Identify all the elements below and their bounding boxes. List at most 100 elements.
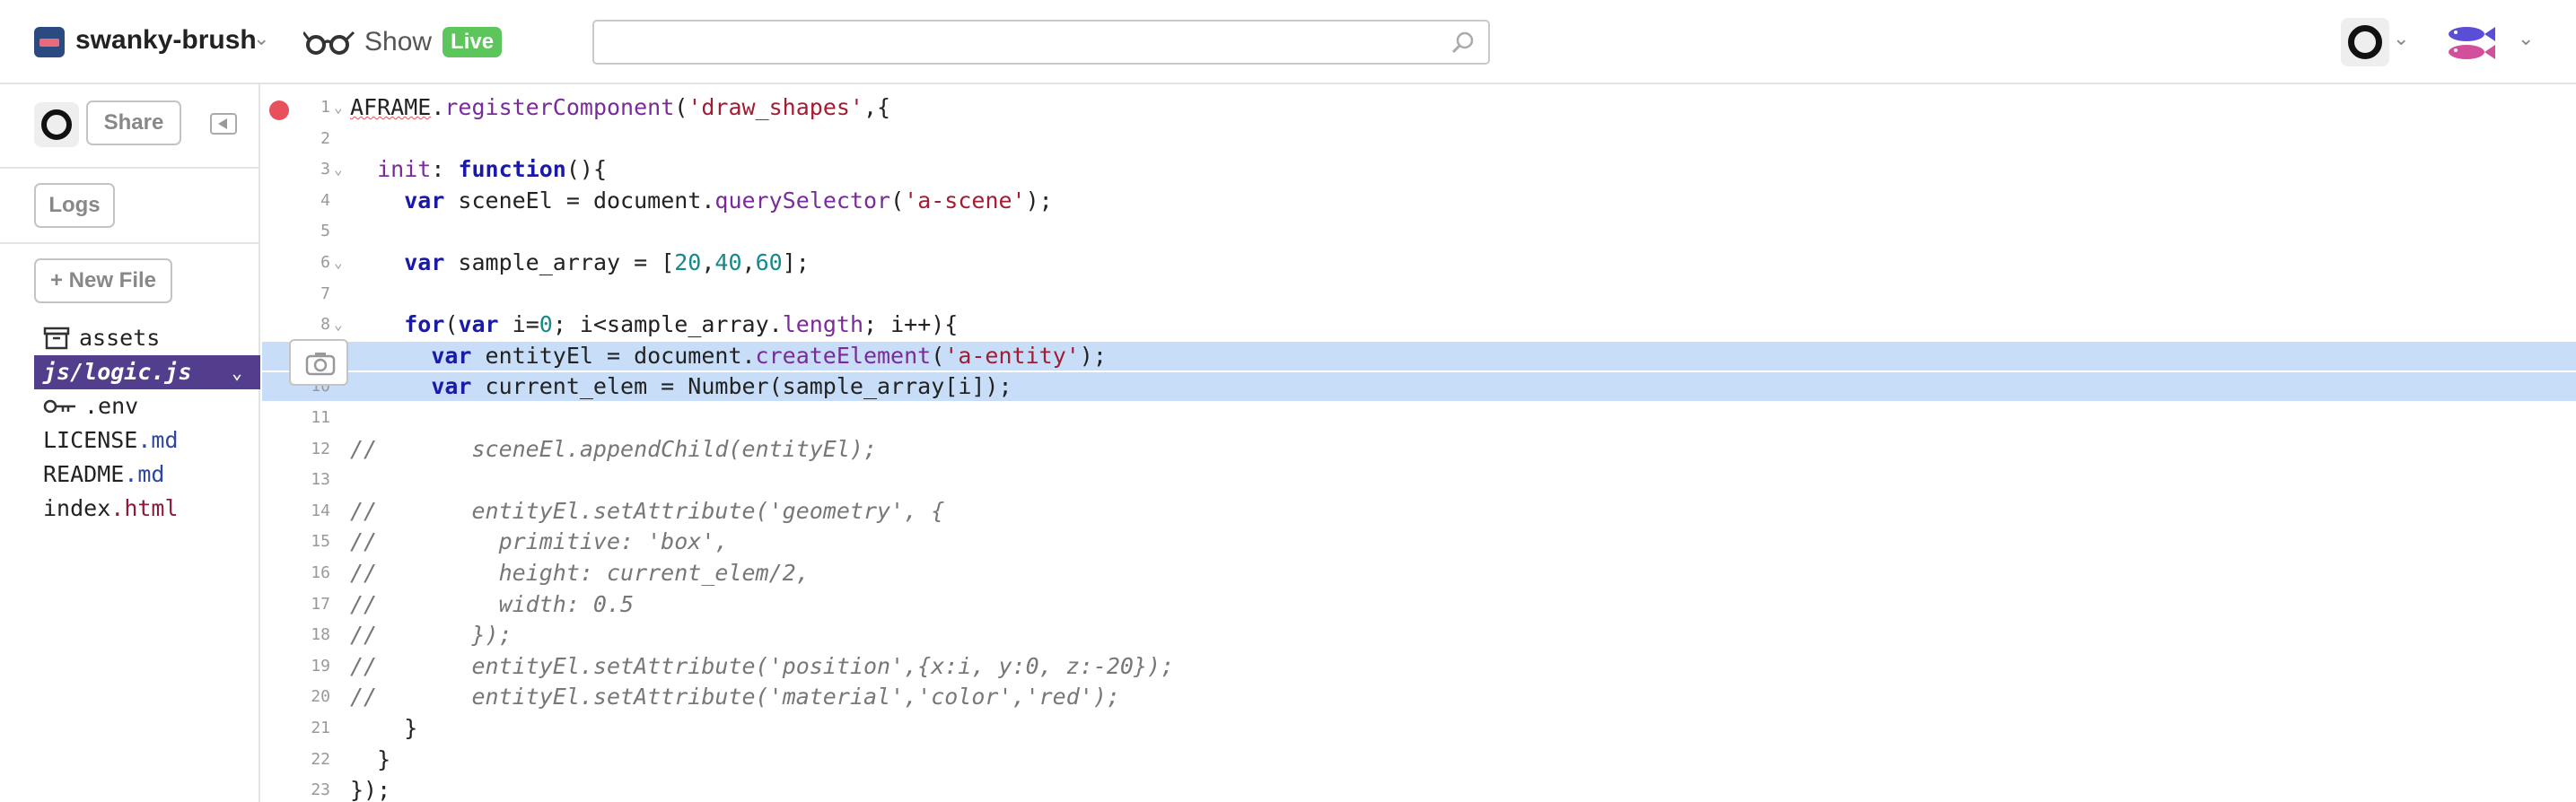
code-line[interactable]: 12 // sceneEl.appendChild(entityEl); — [262, 435, 2576, 464]
code-text: }); — [350, 777, 391, 802]
live-badge: Live — [442, 27, 503, 57]
line-number: 18 — [311, 625, 330, 645]
camera-icon — [305, 353, 336, 376]
file-name: js/logic.js — [43, 359, 192, 385]
sidebar-divider — [0, 167, 260, 169]
new-file-button[interactable]: + New File — [34, 258, 172, 303]
fold-chevron-icon[interactable]: ⌄ — [334, 99, 343, 116]
file-name: README — [43, 461, 125, 487]
file-name: .env — [84, 393, 139, 419]
code-text: } — [350, 715, 418, 741]
code-line[interactable]: 9 var entityEl = document.createElement(… — [262, 341, 2576, 370]
line-number: 23 — [311, 780, 330, 800]
file-item-license[interactable]: LICENSE .md — [34, 423, 260, 458]
line-number: 14 — [311, 501, 330, 520]
line-number: 20 — [311, 687, 330, 707]
code-line[interactable]: 19 // entityEl.setAttribute('position',{x… — [262, 652, 2576, 681]
code-line[interactable]: 22 } — [262, 745, 2576, 774]
code-line[interactable]: 16 // height: current_elem/2, — [262, 559, 2576, 588]
project-chevron-down-icon[interactable]: ⌄ — [253, 27, 269, 50]
code-text: var sceneEl = document.querySelector('a-… — [404, 187, 1053, 214]
code-line[interactable]: 13 — [262, 466, 2576, 494]
project-logo-icon[interactable] — [34, 27, 65, 57]
code-editor[interactable]: 1 ⌄ AFRAME.registerComponent('draw_shapes'… — [262, 84, 2576, 802]
code-line[interactable]: 20 // entityEl.setAttribute('material','c… — [262, 683, 2576, 711]
line-number: 11 — [311, 408, 330, 427]
code-text: // width: 0.5 — [350, 590, 635, 617]
code-line[interactable]: 8 ⌄ for(var i=0; i<sample_array.length; i… — [262, 310, 2576, 339]
search-icon[interactable] — [1450, 31, 1476, 56]
collapse-sidebar-icon[interactable] — [210, 113, 237, 135]
code-line[interactable]: 17 // width: 0.5 — [262, 590, 2576, 619]
line-number: 5 — [320, 222, 330, 241]
fold-chevron-icon[interactable]: ⌄ — [334, 254, 343, 271]
team-avatar-fish-icon[interactable] — [2441, 18, 2499, 68]
glasses-icon — [303, 31, 355, 55]
line-number: 2 — [320, 128, 330, 148]
code-text: var entityEl = document.createElement('a… — [431, 342, 1107, 369]
code-line[interactable]: 14 // entityEl.setAttribute('geometry', { — [262, 497, 2576, 526]
file-ext: .md — [124, 461, 165, 487]
code-line[interactable]: 6 ⌄ var sample_array = [20,40,60]; — [262, 248, 2576, 277]
fold-chevron-icon[interactable]: ⌄ — [334, 316, 343, 333]
error-indicator-icon[interactable] — [269, 100, 289, 120]
line-number: 6 — [320, 253, 330, 272]
team-chevron-down-icon[interactable]: ⌄ — [2518, 27, 2534, 50]
logs-button[interactable]: Logs — [34, 183, 115, 228]
code-text: // entityEl.setAttribute('material','col… — [350, 684, 1120, 710]
sidebar: Share Logs + New File assets js/logic.js… — [0, 84, 260, 802]
file-item-readme[interactable]: README .md — [34, 458, 260, 492]
line-number: 16 — [311, 563, 330, 582]
code-text: // sceneEl.appendChild(entityEl); — [350, 435, 877, 462]
code-line[interactable]: 18 // }); — [262, 621, 2576, 649]
code-line[interactable]: 11 — [262, 404, 2576, 432]
show-button[interactable]: Show Live — [303, 22, 503, 63]
code-line[interactable]: 2 — [262, 125, 2576, 153]
top-header: swanky-brush ⌄ Show Live ⌄ ⌄ — [0, 0, 2576, 84]
fold-chevron-icon[interactable]: ⌄ — [334, 161, 343, 178]
code-line[interactable]: 21 } — [262, 714, 2576, 743]
code-line[interactable]: 23}); — [262, 776, 2576, 802]
code-line[interactable]: 10 var current_elem = Number(sample_arra… — [262, 372, 2576, 402]
sidebar-user-avatar[interactable] — [34, 102, 79, 147]
code-line[interactable]: 5 — [262, 217, 2576, 246]
code-text: // }); — [350, 622, 513, 649]
sidebar-divider — [0, 242, 260, 244]
code-text: } — [350, 745, 391, 772]
file-item-js-logic[interactable]: js/logic.js ⌄ — [34, 355, 260, 389]
screenshot-button[interactable] — [289, 339, 348, 386]
search-input[interactable] — [594, 22, 1488, 63]
code-text: init: function(){ — [377, 156, 608, 183]
line-number: 17 — [311, 594, 330, 614]
file-ext: .html — [110, 495, 179, 521]
code-line[interactable]: 7 — [262, 280, 2576, 309]
file-options-chevron-icon[interactable]: ⌄ — [232, 355, 242, 389]
archive-icon — [43, 327, 70, 350]
show-label: Show — [364, 27, 433, 57]
code-text: // entityEl.setAttribute('geometry', { — [350, 497, 945, 524]
code-line[interactable]: 3 ⌄ init: function(){ — [262, 155, 2576, 184]
file-name: index — [43, 495, 111, 521]
code-line[interactable]: 1 ⌄ AFRAME.registerComponent('draw_shapes'… — [262, 93, 2576, 122]
user-chevron-down-icon[interactable]: ⌄ — [2393, 27, 2409, 50]
file-item-index[interactable]: index .html — [34, 492, 260, 526]
line-number: 22 — [311, 749, 330, 769]
project-name[interactable]: swanky-brush — [75, 25, 257, 56]
line-number: 3 — [320, 160, 330, 179]
code-line[interactable]: 15 // primitive: 'box', — [262, 527, 2576, 556]
line-number: 4 — [320, 190, 330, 210]
file-ext: .md — [137, 427, 179, 453]
file-name: LICENSE — [43, 427, 138, 453]
file-item-assets[interactable]: assets — [34, 321, 260, 355]
user-avatar[interactable] — [2341, 18, 2389, 66]
search-box[interactable] — [592, 20, 1490, 65]
line-number: 12 — [311, 439, 330, 458]
line-number: 19 — [311, 656, 330, 676]
code-text: // height: current_elem/2, — [350, 560, 810, 586]
file-item-env[interactable]: .env — [34, 389, 260, 423]
line-number: 21 — [311, 719, 330, 737]
share-button[interactable]: Share — [86, 100, 181, 145]
code-text: var sample_array = [20,40,60]; — [404, 249, 810, 275]
code-text: var current_elem = Number(sample_array[i… — [431, 373, 1012, 400]
code-line[interactable]: 4 var sceneEl = document.querySelector('… — [262, 187, 2576, 215]
